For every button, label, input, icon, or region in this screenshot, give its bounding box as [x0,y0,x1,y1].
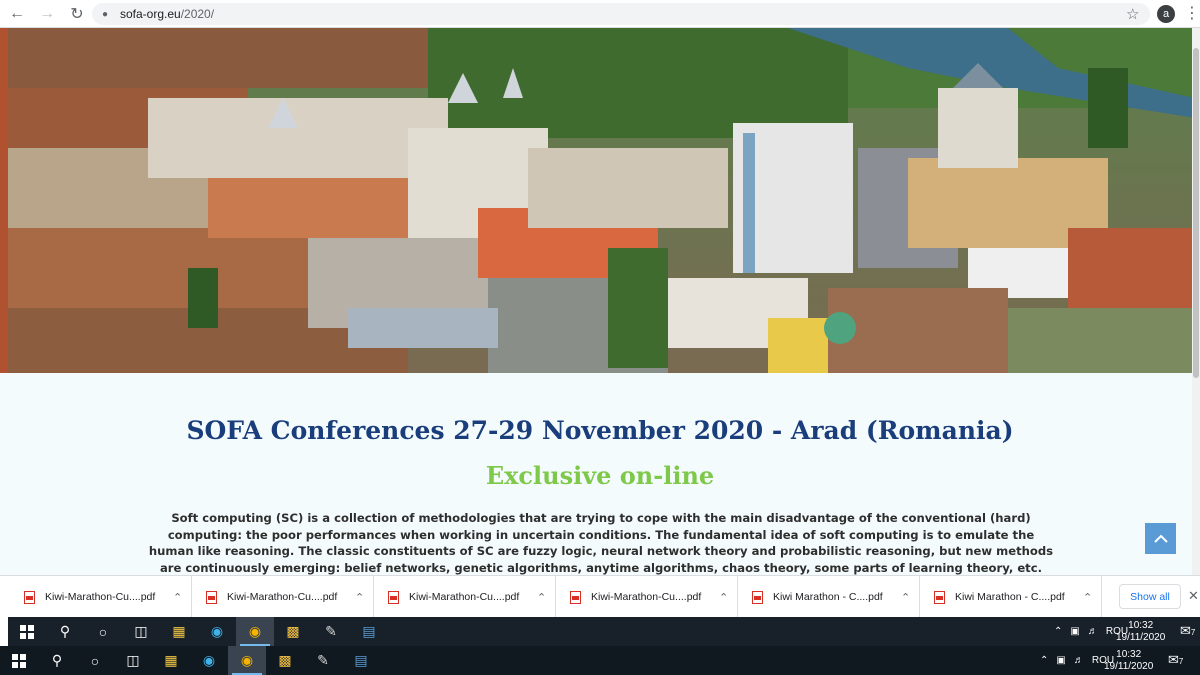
url-path: /2020/ [180,7,215,21]
clock-time: 10:32 [1128,620,1154,631]
chrome-icon[interactable]: ◉ [228,646,266,675]
clock-time: 10:32 [1116,649,1142,660]
download-item[interactable]: Kiwi Marathon - C....pdf ⌃ [752,576,920,618]
notification-icon[interactable]: ✉7 [1168,652,1183,668]
lock-icon: ● [102,9,109,20]
downloads-bar: Kiwi-Marathon-Cu....pdf ⌃ Kiwi-Marathon-… [0,575,1200,618]
notification-count: 7 [1190,628,1196,637]
download-filename: Kiwi Marathon - C....pdf [773,591,883,603]
clock[interactable]: 10:32 19/11/2020 [1104,649,1153,673]
scroll-to-top-button[interactable] [1145,523,1176,554]
forward-arrow-icon[interactable]: → [34,1,60,27]
hero-city-photo [8,28,1195,373]
browser-menu-icon[interactable]: ⋮ [1184,3,1200,23]
pdf-icon [388,590,399,604]
windows-start-icon[interactable] [0,646,38,675]
search-icon[interactable]: ⚲ [38,646,76,675]
paint-icon[interactable]: ✎ [312,617,350,646]
clock-date: 19/11/2020 [1104,661,1154,672]
back-arrow-icon[interactable]: ← [4,1,30,27]
browser-toolbar: ← → ↻ ● sofa-org.eu /2020/ ☆ a ⋮ [0,0,1200,28]
store-icon[interactable]: ▦ [152,646,190,675]
page-scrollbar[interactable] [1192,28,1200,575]
address-bar[interactable]: ● sofa-org.eu /2020/ [92,3,1150,25]
cortana-icon[interactable]: ○ [84,617,122,646]
chevron-up-icon [1153,534,1168,543]
paint-icon[interactable]: ✎ [304,646,342,675]
download-filename: Kiwi-Marathon-Cu....pdf [409,591,520,603]
chevron-up-icon[interactable]: ⌃ [1083,591,1092,604]
store-icon[interactable]: ▦ [160,617,198,646]
download-filename: Kiwi-Marathon-Cu....pdf [591,591,702,603]
chevron-up-icon[interactable]: ⌃ [719,591,728,604]
volume-icon[interactable]: ♬ [1074,655,1084,666]
chevron-up-icon[interactable]: ⌃ [173,591,182,604]
download-filename: Kiwi-Marathon-Cu....pdf [227,591,338,603]
intro-paragraph: Soft computing (SC) is a collection of m… [148,511,1054,575]
show-all-button[interactable]: Show all [1119,584,1181,609]
windows-start-icon[interactable] [8,617,46,646]
pdf-icon [934,590,945,604]
edge-icon[interactable]: ◉ [190,646,228,675]
close-icon[interactable]: ✕ [1188,588,1199,604]
task-view-icon[interactable]: ◫ [114,646,152,675]
edge-icon[interactable]: ◉ [198,617,236,646]
profile-avatar[interactable]: a [1157,5,1175,23]
page-title: SOFA Conferences 27-29 November 2020 - A… [186,416,1014,445]
download-item[interactable]: Kiwi Marathon - C....pdf ⌃ [934,576,1102,618]
pdf-icon [24,590,35,604]
word-document-icon[interactable]: ▤ [342,646,380,675]
clock-date: 19/11/2020 [1116,632,1166,643]
reload-icon[interactable]: ↻ [64,1,90,27]
pdf-icon [570,590,581,604]
word-document-icon[interactable]: ▤ [350,617,388,646]
download-item[interactable]: Kiwi-Marathon-Cu....pdf ⌃ [388,576,556,618]
hero-left-edge [0,28,8,373]
network-icon[interactable]: ▣ [1056,655,1065,666]
file-explorer-icon[interactable]: ▩ [274,617,312,646]
file-explorer-icon[interactable]: ▩ [266,646,304,675]
city-aerial-illustration [8,28,1195,373]
scrollbar-thumb[interactable] [1193,48,1199,378]
web-page: SOFA Conferences 27-29 November 2020 - A… [0,28,1200,575]
bookmark-star-icon[interactable]: ☆ [1126,5,1139,23]
page-subtitle: Exclusive on-line [485,461,715,490]
chevron-up-icon[interactable]: ⌃ [537,591,546,604]
network-icon[interactable]: ▣ [1070,626,1079,637]
chrome-icon[interactable]: ◉ [236,617,274,646]
notification-count: 7 [1178,657,1184,666]
volume-icon[interactable]: ♬ [1088,626,1098,637]
download-filename: Kiwi Marathon - C....pdf [955,591,1065,603]
download-item[interactable]: Kiwi-Marathon-Cu....pdf ⌃ [570,576,738,618]
chevron-up-icon[interactable]: ⌃ [1054,626,1062,637]
clock[interactable]: 10:32 19/11/2020 [1116,620,1165,644]
chevron-up-icon[interactable]: ⌃ [355,591,364,604]
download-item[interactable]: Kiwi-Marathon-Cu....pdf ⌃ [206,576,374,618]
notification-icon[interactable]: ✉7 [1180,623,1195,639]
task-view-icon[interactable]: ◫ [122,617,160,646]
pdf-icon [206,590,217,604]
taskbar-remote: ⚲ ○ ◫ ▦ ◉ ◉ ▩ ✎ ▤ ⌃ ▣ ♬ ROU 10:32 19/11/… [8,617,1200,646]
pdf-icon [752,590,763,604]
download-item[interactable]: Kiwi-Marathon-Cu....pdf ⌃ [24,576,192,618]
search-icon[interactable]: ⚲ [46,617,84,646]
cortana-icon[interactable]: ○ [76,646,114,675]
chevron-up-icon[interactable]: ⌃ [1040,655,1048,666]
url-host: sofa-org.eu [120,7,181,21]
taskbar-local: ⚲ ○ ◫ ▦ ◉ ◉ ▩ ✎ ▤ ⌃ ▣ ♬ ROU 10:32 19/11/… [0,646,1200,675]
chevron-up-icon[interactable]: ⌃ [901,591,910,604]
download-filename: Kiwi-Marathon-Cu....pdf [45,591,156,603]
